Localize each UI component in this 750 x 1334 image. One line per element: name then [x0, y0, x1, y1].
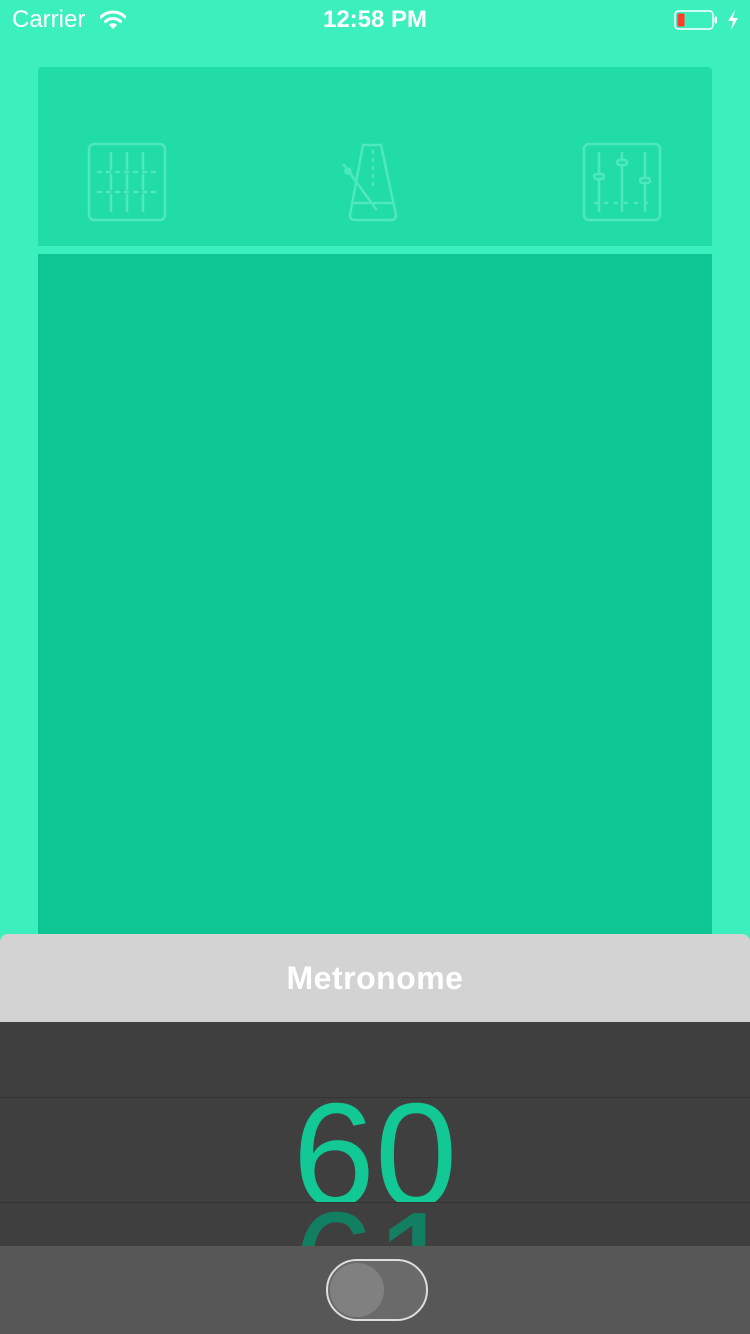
status-time: 12:58 PM	[322, 6, 428, 33]
battery-low-icon	[674, 10, 717, 30]
picker-next-value[interactable]: 61	[0, 1202, 750, 1246]
sheet-title: Metronome	[286, 959, 464, 996]
metronome-toggle[interactable]	[326, 1259, 428, 1321]
tempo-picker[interactable]: 60 61	[0, 1022, 750, 1246]
charging-bolt-icon	[728, 10, 738, 30]
bottom-toolbar	[0, 1246, 750, 1334]
tool-panel	[38, 67, 712, 246]
tuner-grid-icon[interactable]	[86, 141, 168, 223]
toggle-knob[interactable]	[330, 1263, 384, 1317]
next-bpm: 61	[293, 1202, 458, 1246]
selected-bpm: 60	[292, 1098, 458, 1202]
main-content-area	[38, 254, 712, 954]
metronome-icon[interactable]	[334, 141, 416, 223]
picker-selected-value[interactable]: 60	[0, 1098, 750, 1202]
status-bar: Carrier 12:58 PM	[0, 0, 750, 40]
app-screen: Carrier 12:58 PM Metronome 60	[0, 0, 750, 1334]
sheet-header: Metronome	[0, 934, 750, 1022]
mixer-sliders-icon[interactable]	[581, 141, 663, 223]
